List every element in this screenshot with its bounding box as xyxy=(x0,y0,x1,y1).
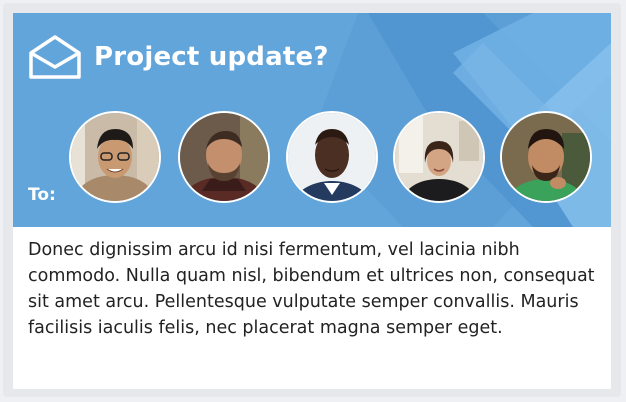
avatar-photo-icon xyxy=(288,113,376,201)
avatar-photo-icon xyxy=(395,113,483,201)
recipient-avatar-1[interactable] xyxy=(69,111,161,203)
avatar-photo-icon xyxy=(502,113,590,201)
header-banner: Project update? To: xyxy=(13,13,611,227)
message-card: Project update? To: Donec dignissim arcu… xyxy=(3,3,621,397)
message-card-inner: Project update? To: Donec dignissim arcu… xyxy=(13,13,611,389)
avatar-photo-icon xyxy=(71,113,159,201)
to-label: To: xyxy=(28,185,56,205)
message-body: Donec dignissim arcu id nisi fermentum, … xyxy=(28,240,595,338)
recipient-avatar-3[interactable] xyxy=(286,111,378,203)
recipient-avatar-5[interactable] xyxy=(500,111,592,203)
recipient-avatar-4[interactable] xyxy=(393,111,485,203)
recipient-avatar-2[interactable] xyxy=(178,111,270,203)
title-row: Project update? xyxy=(28,33,329,81)
envelope-icon xyxy=(29,35,81,79)
message-title: Project update? xyxy=(94,42,329,72)
avatar-photo-icon xyxy=(180,113,268,201)
